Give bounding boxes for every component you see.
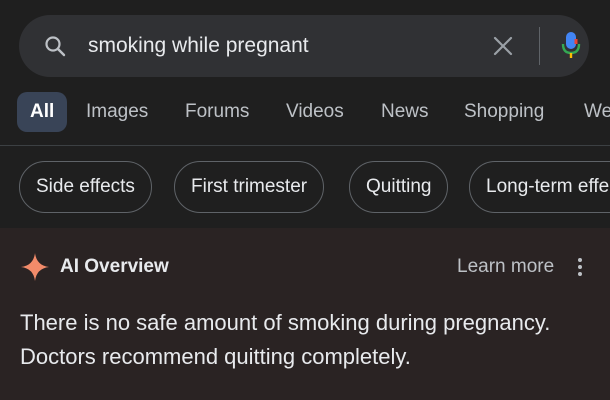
learn-more-link[interactable]: Learn more [457, 256, 554, 278]
tab-news[interactable]: News [381, 92, 429, 132]
chip-first-trimester[interactable]: First trimester [174, 161, 325, 213]
tabs-divider [0, 145, 610, 146]
search-tabs: All Images Forums Videos News Shopping W… [17, 92, 610, 132]
clear-icon[interactable] [491, 34, 515, 58]
chip-long-term-effects[interactable]: Long-term effects [469, 161, 610, 213]
chip-quitting[interactable]: Quitting [349, 161, 449, 213]
tab-all[interactable]: All [17, 92, 68, 132]
search-icon [45, 36, 66, 57]
sparkle-icon [21, 253, 49, 281]
ai-overview-title: AI Overview [60, 256, 169, 277]
search-input[interactable]: smoking while pregnant [88, 15, 309, 77]
tab-shopping[interactable]: Shopping [464, 92, 544, 132]
tab-forums[interactable]: Forums [185, 92, 249, 132]
more-options-icon[interactable] [574, 256, 586, 278]
refinement-chips: Side effects First trimester Quitting Lo… [19, 161, 610, 213]
search-divider [539, 27, 540, 65]
ai-overview: AI Overview Learn more There is no safe … [0, 228, 610, 400]
ai-overview-answer: There is no safe amount of smoking durin… [20, 310, 551, 369]
tab-videos[interactable]: Videos [286, 92, 344, 132]
tab-web[interactable]: Web [584, 92, 610, 132]
chip-side-effects[interactable]: Side effects [19, 161, 152, 213]
search-bar[interactable]: smoking while pregnant [19, 15, 589, 77]
tab-images[interactable]: Images [86, 92, 148, 132]
microphone-icon[interactable] [560, 30, 582, 62]
